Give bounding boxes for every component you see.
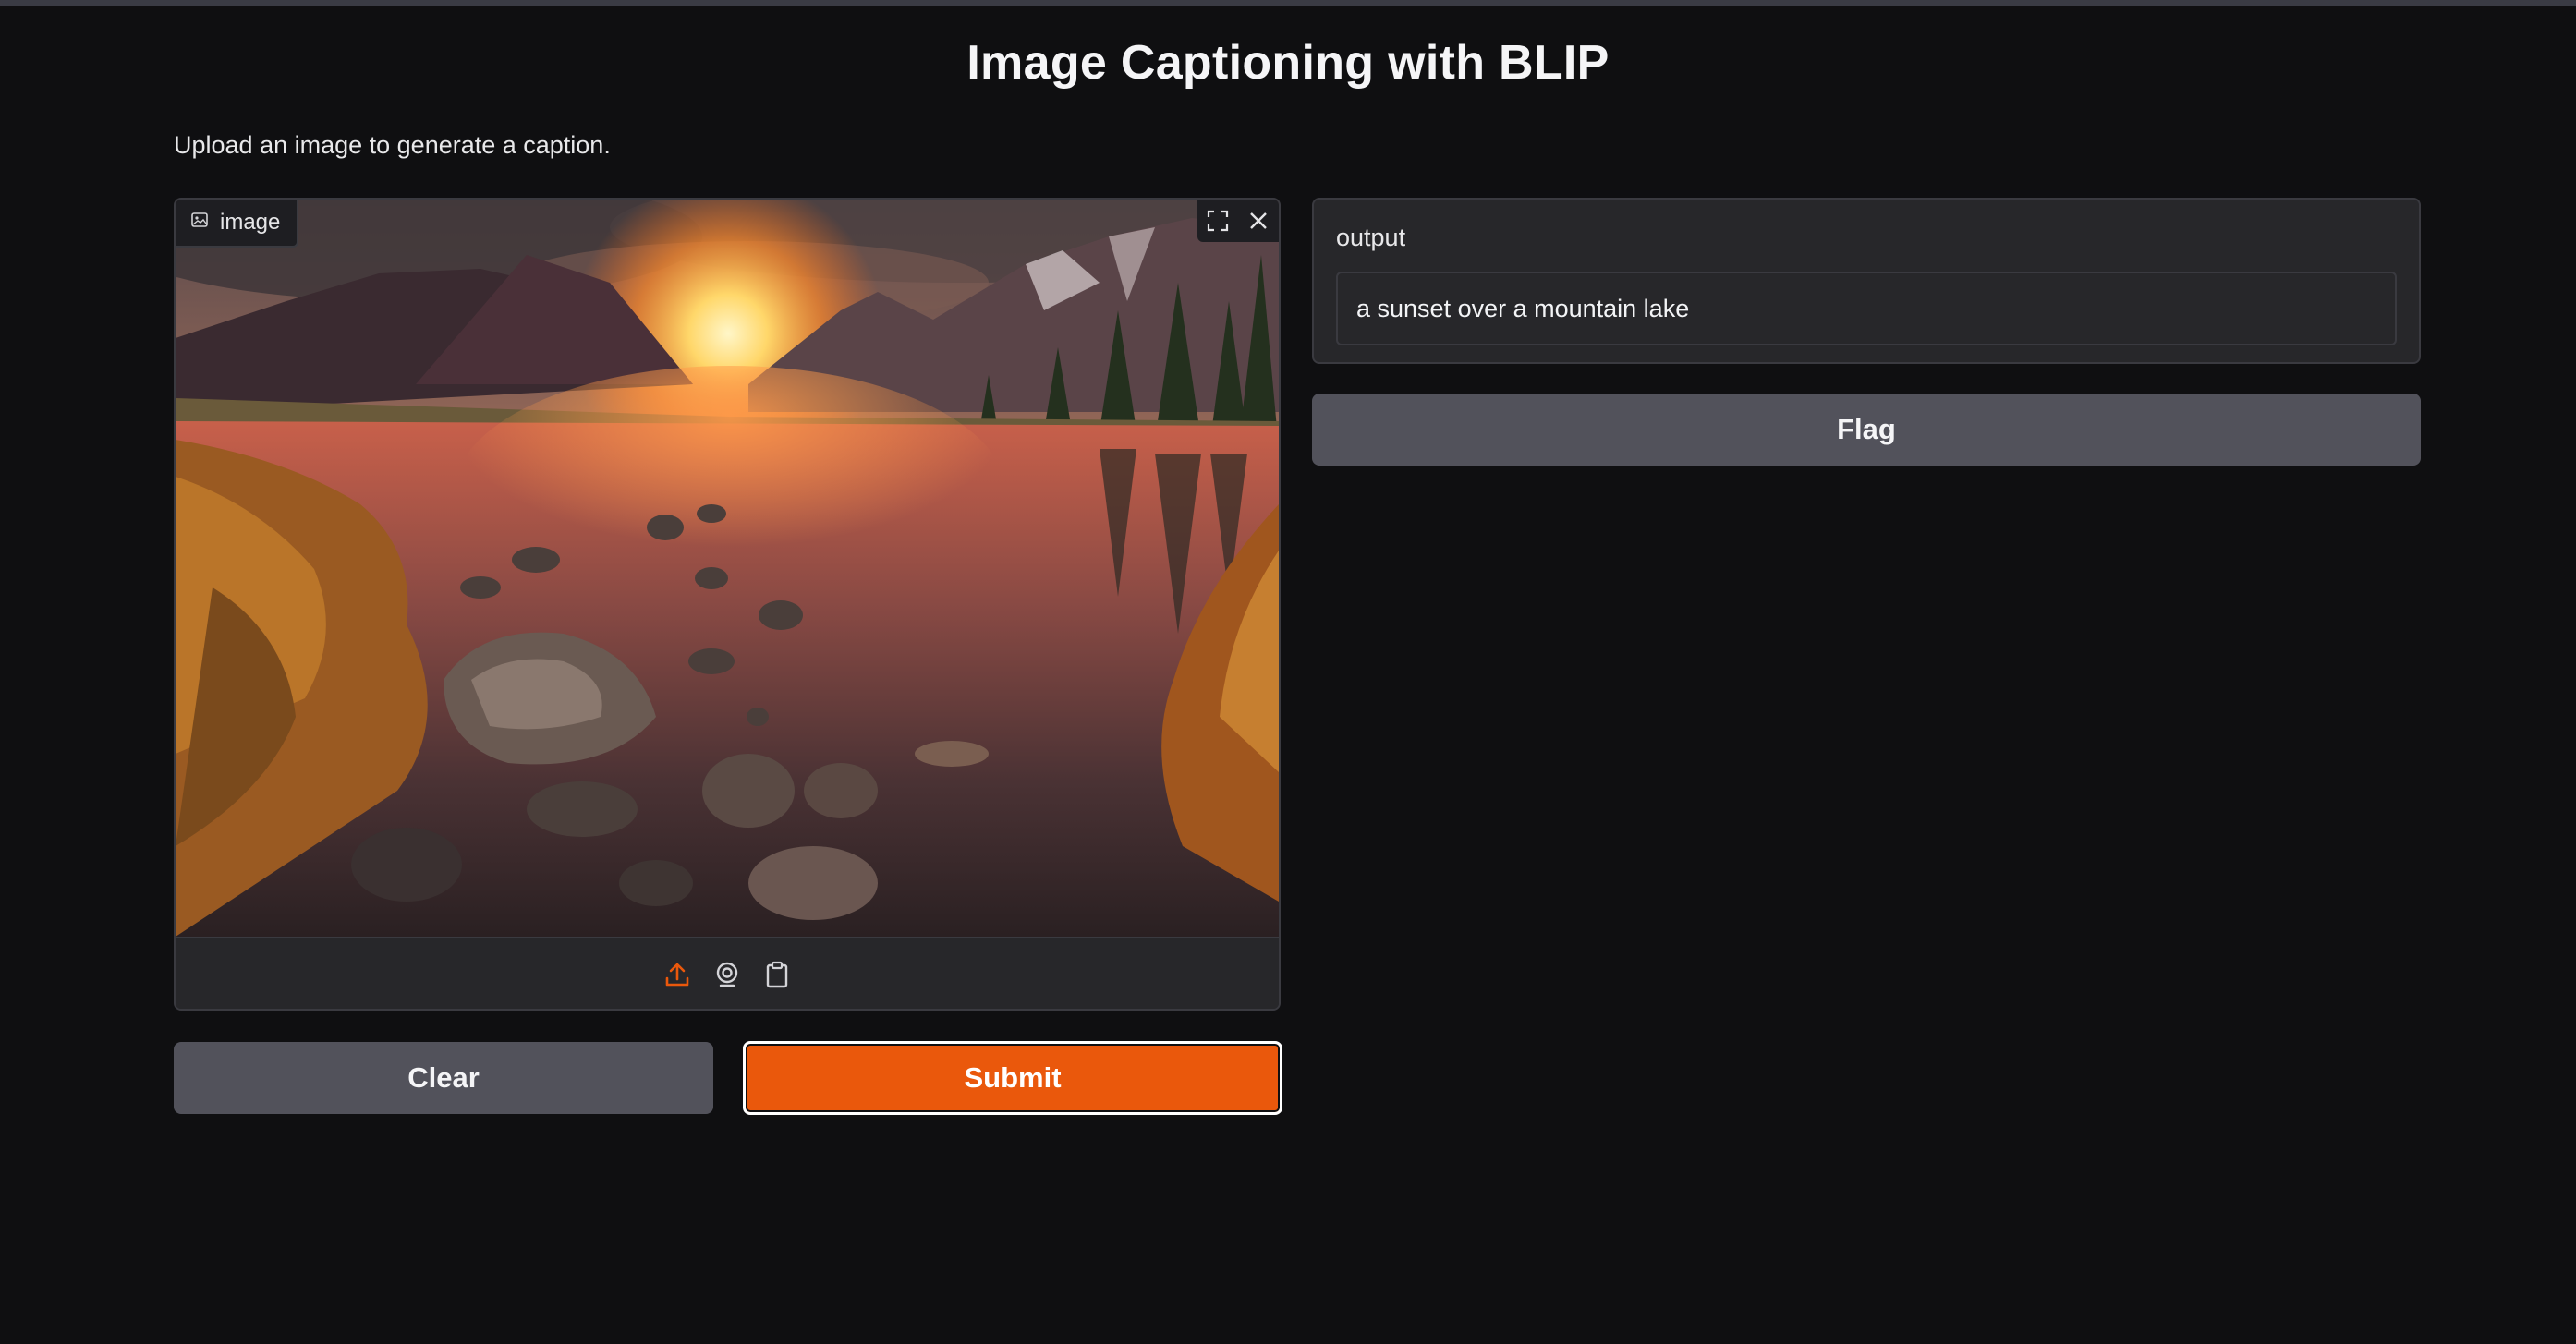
clear-button[interactable]: Clear <box>174 1042 713 1114</box>
image-source-bar <box>176 937 1279 1009</box>
submit-button[interactable]: Submit <box>743 1041 1282 1115</box>
image-actions <box>1197 200 1279 242</box>
image-label-text: image <box>220 210 281 235</box>
output-label: output <box>1336 224 1406 251</box>
upload-icon[interactable] <box>662 960 692 989</box>
flag-button[interactable]: Flag <box>1312 394 2421 466</box>
image-label-badge: image <box>176 200 299 248</box>
webcam-icon[interactable] <box>712 960 742 989</box>
clipboard-icon[interactable] <box>762 960 792 989</box>
image-input[interactable]: image <box>174 198 1281 1011</box>
uploaded-image <box>176 200 1279 937</box>
close-icon[interactable] <box>1238 200 1279 242</box>
output-textbox[interactable]: a sunset over a mountain lake <box>1336 272 2397 345</box>
output-panel: output a sunset over a mountain lake <box>1312 198 2421 364</box>
image-icon <box>190 210 209 236</box>
fullscreen-icon[interactable] <box>1197 200 1238 242</box>
page-description: Upload an image to generate a caption. <box>174 131 611 159</box>
page-title: Image Captioning with BLIP <box>966 36 1610 90</box>
top-border <box>0 0 2576 6</box>
